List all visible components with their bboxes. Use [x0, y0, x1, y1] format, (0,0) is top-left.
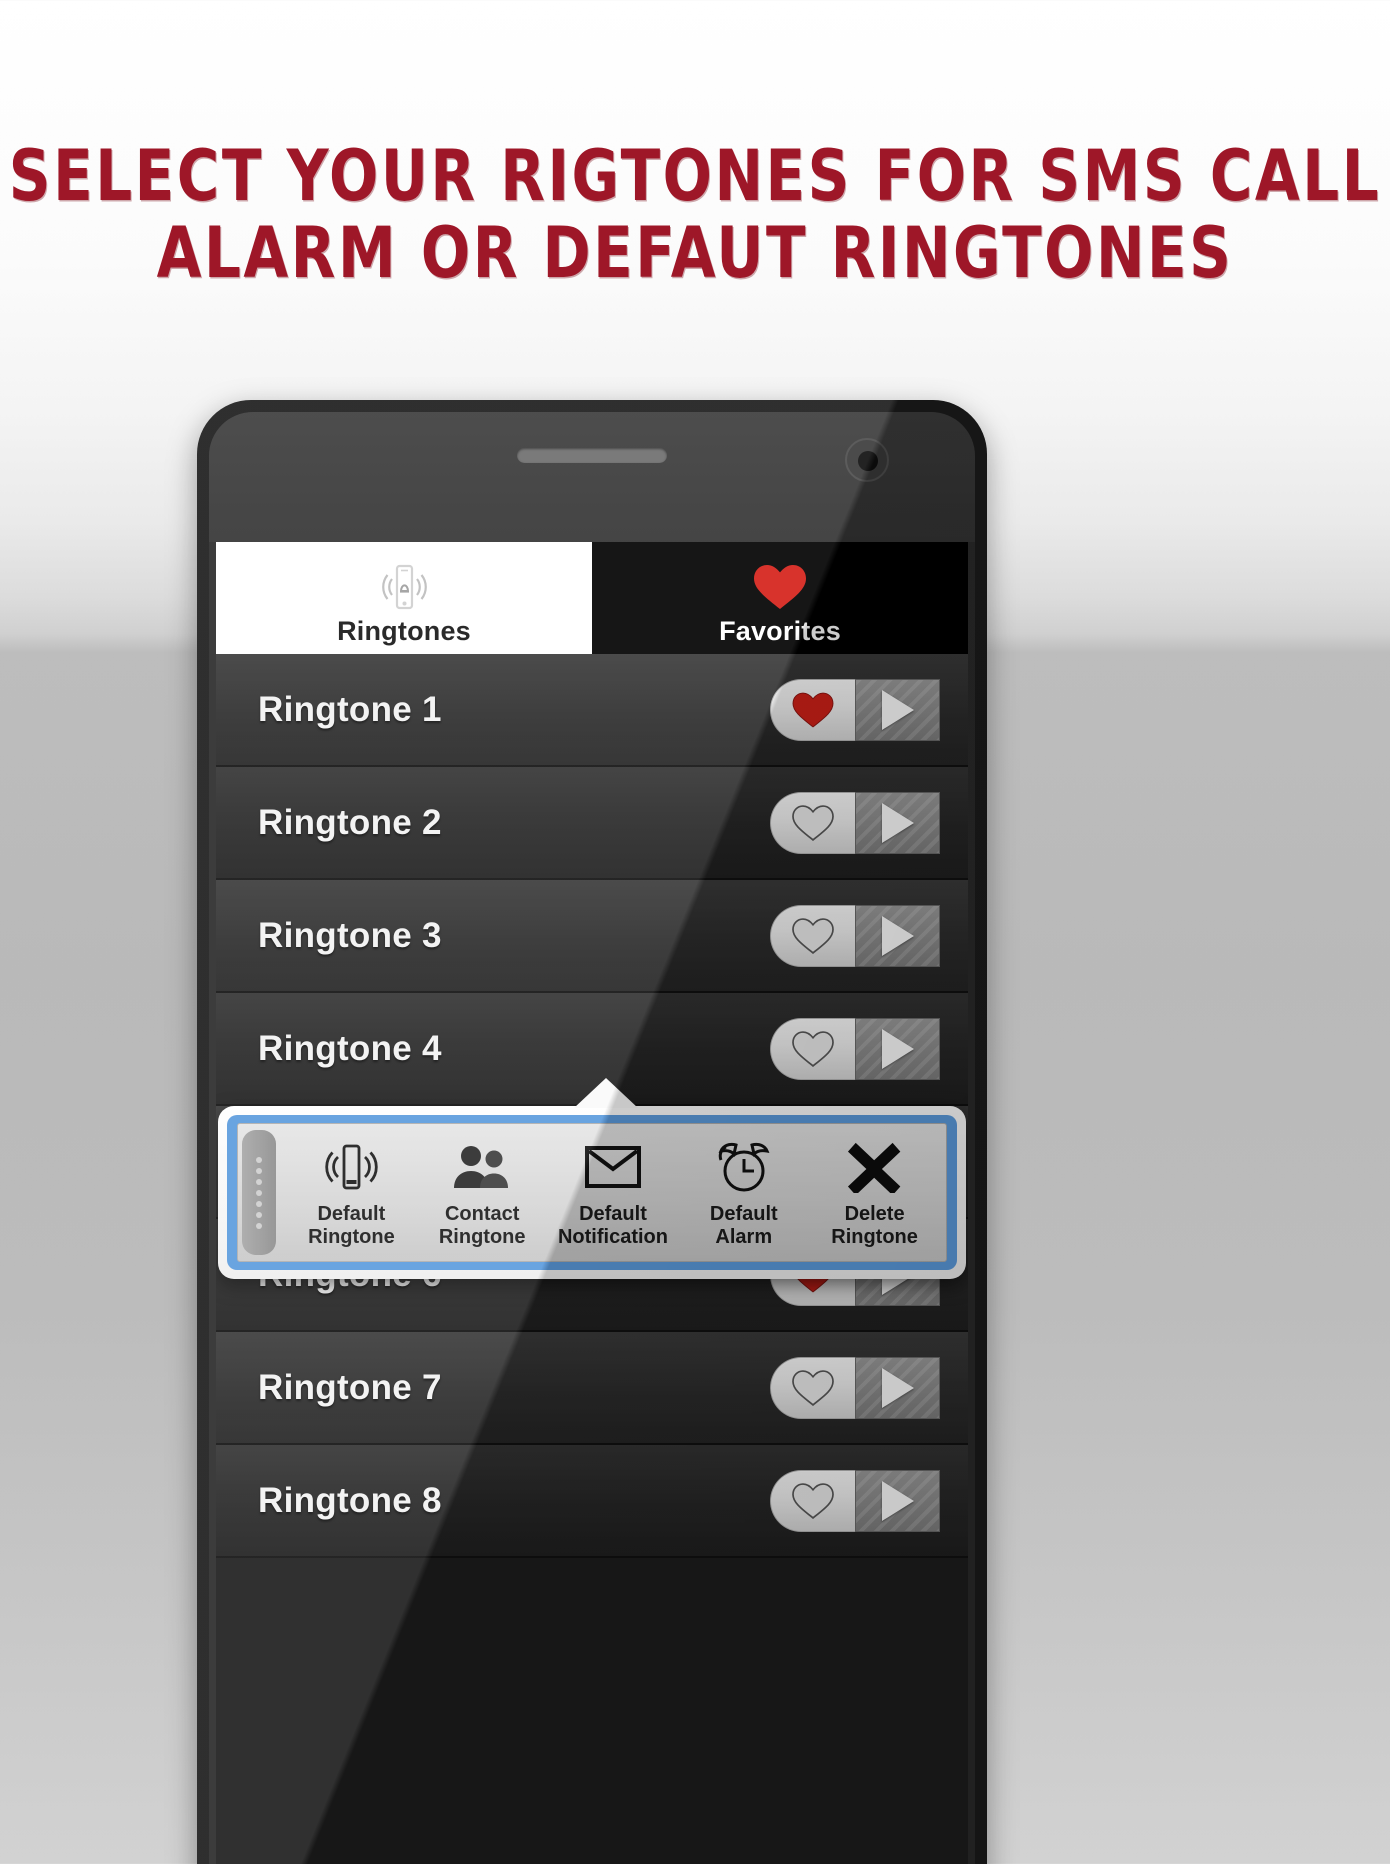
- favorite-button[interactable]: [770, 791, 855, 854]
- favorite-button[interactable]: [770, 1469, 855, 1532]
- menu-item-default-notification[interactable]: Default Notification: [551, 1138, 675, 1249]
- drag-handle-left[interactable]: [242, 1130, 276, 1255]
- favorite-button[interactable]: [770, 678, 855, 741]
- tab-ringtones-label: Ringtones: [337, 616, 471, 646]
- play-icon: [881, 802, 914, 843]
- table-row[interactable]: Ringtone 2: [216, 767, 968, 880]
- heart-outline-icon: [792, 1369, 834, 1406]
- context-menu-outer: Default Ringtone Contact Ringtone Defaul…: [218, 1106, 966, 1279]
- table-row[interactable]: Ringtone 1: [216, 654, 968, 767]
- page-title-line-1: Select your rigtones for sms call: [8, 134, 1382, 218]
- phone-mockup: Ringtones Favorites Ringtone 1 Ringtone …: [197, 400, 987, 1864]
- row-controls: [770, 904, 940, 967]
- menu-item-label: Default Ringtone: [308, 1203, 395, 1248]
- favorite-button[interactable]: [770, 904, 855, 967]
- menu-item-label: Default Alarm: [709, 1203, 778, 1248]
- phone-inner-frame: Ringtones Favorites Ringtone 1 Ringtone …: [209, 412, 975, 1864]
- context-menu-items: Default Ringtone Contact Ringtone Defaul…: [280, 1124, 946, 1261]
- speaker-grille-icon: [517, 448, 667, 463]
- menu-item-label: Contact Ringtone: [438, 1203, 526, 1248]
- heart-filled-icon: [751, 558, 809, 616]
- play-button[interactable]: [855, 1469, 940, 1532]
- tab-bar: Ringtones Favorites: [216, 542, 968, 654]
- phone-vibrate-icon: [323, 1138, 379, 1196]
- menu-item-contact-ringtone[interactable]: Contact Ringtone: [420, 1138, 544, 1249]
- context-menu-accent: Default Ringtone Contact Ringtone Defaul…: [227, 1115, 957, 1270]
- row-controls: [770, 1469, 940, 1532]
- play-button[interactable]: [855, 791, 940, 854]
- ringtone-name: Ringtone 3: [258, 915, 442, 955]
- play-icon: [881, 915, 914, 956]
- favorite-button[interactable]: [770, 1356, 855, 1419]
- page-title-line-2: alarm or defaut ringtones: [156, 211, 1234, 295]
- table-row[interactable]: Ringtone 7: [216, 1332, 968, 1445]
- play-button[interactable]: [855, 1356, 940, 1419]
- heart-filled-icon: [792, 692, 834, 728]
- play-icon: [881, 689, 914, 730]
- row-controls: [770, 1356, 940, 1419]
- page-title: Select your rigtones for sms call alarm …: [0, 137, 1390, 295]
- heart-outline-icon: [792, 1482, 834, 1519]
- tab-ringtones[interactable]: Ringtones: [216, 542, 592, 654]
- envelope-icon: [582, 1138, 644, 1196]
- ringtone-name: Ringtone 7: [258, 1367, 442, 1407]
- menu-item-label: Default Notification: [557, 1203, 668, 1248]
- ringtone-list: Ringtone 1 Ringtone 2 Ringtone 3 Rington…: [216, 654, 968, 1558]
- ringtone-name: Ringtone 1: [258, 689, 442, 729]
- grip-dots-icon: [256, 1156, 262, 1229]
- row-controls: [770, 1017, 940, 1080]
- alarm-clock-icon: [714, 1138, 774, 1196]
- context-menu-arrow-icon: [574, 1078, 638, 1108]
- play-button[interactable]: [855, 678, 940, 741]
- table-row[interactable]: Ringtone 8: [216, 1445, 968, 1558]
- ringtone-name: Ringtone 4: [258, 1028, 442, 1068]
- play-icon: [881, 1028, 914, 1069]
- heart-outline-icon: [792, 1030, 834, 1067]
- context-menu: Default Ringtone Contact Ringtone Defaul…: [216, 1078, 968, 1279]
- phone-ringing-icon: [376, 558, 432, 616]
- menu-item-label: Delete Ringtone: [831, 1203, 918, 1248]
- table-row[interactable]: Ringtone 3: [216, 880, 968, 993]
- ringtone-name: Ringtone 2: [258, 802, 442, 842]
- row-controls: [770, 791, 940, 854]
- menu-item-default-alarm[interactable]: Default Alarm: [682, 1138, 806, 1249]
- ringtone-name: Ringtone 8: [258, 1480, 442, 1520]
- play-button[interactable]: [855, 1017, 940, 1080]
- heart-outline-icon: [792, 917, 834, 954]
- tab-favorites[interactable]: Favorites: [592, 542, 968, 654]
- phone-screen: Ringtones Favorites Ringtone 1 Ringtone …: [216, 542, 968, 1864]
- menu-item-default-ringtone[interactable]: Default Ringtone: [289, 1138, 413, 1249]
- tab-favorites-label: Favorites: [719, 616, 841, 646]
- phone-top-bezel: [209, 412, 975, 542]
- menu-item-delete-ringtone[interactable]: Delete Ringtone: [813, 1138, 937, 1249]
- favorite-button[interactable]: [770, 1017, 855, 1080]
- play-button[interactable]: [855, 904, 940, 967]
- play-icon: [881, 1367, 914, 1408]
- context-menu-body: Default Ringtone Contact Ringtone Defaul…: [237, 1123, 947, 1262]
- heart-outline-icon: [792, 804, 834, 841]
- close-x-icon: [847, 1138, 903, 1196]
- front-camera-icon: [845, 438, 889, 482]
- contacts-icon: [451, 1138, 513, 1196]
- row-controls: [770, 678, 940, 741]
- play-icon: [881, 1480, 914, 1521]
